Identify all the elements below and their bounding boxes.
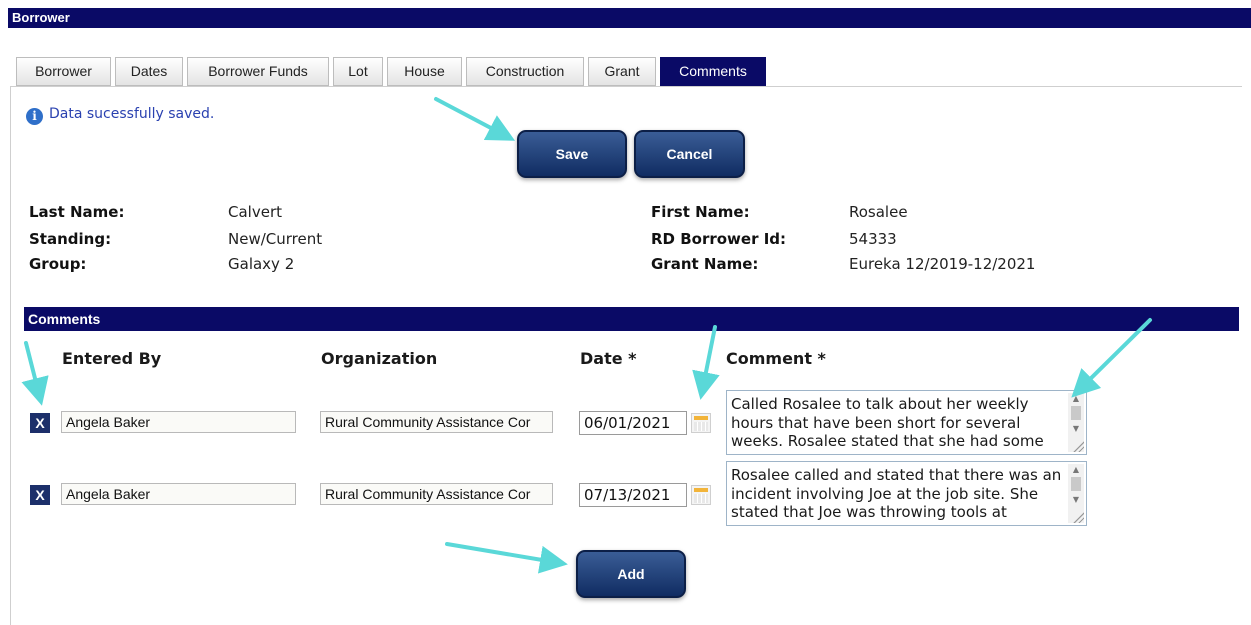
annotation-arrows [21,97,1152,574]
arrow-to-delete-button [21,341,49,406]
arrow-to-add-button [445,542,568,574]
arrow-to-calendar-icon [692,325,720,400]
arrow-to-comment-scrollbar [1071,318,1152,398]
arrow-to-save-button [434,97,516,141]
